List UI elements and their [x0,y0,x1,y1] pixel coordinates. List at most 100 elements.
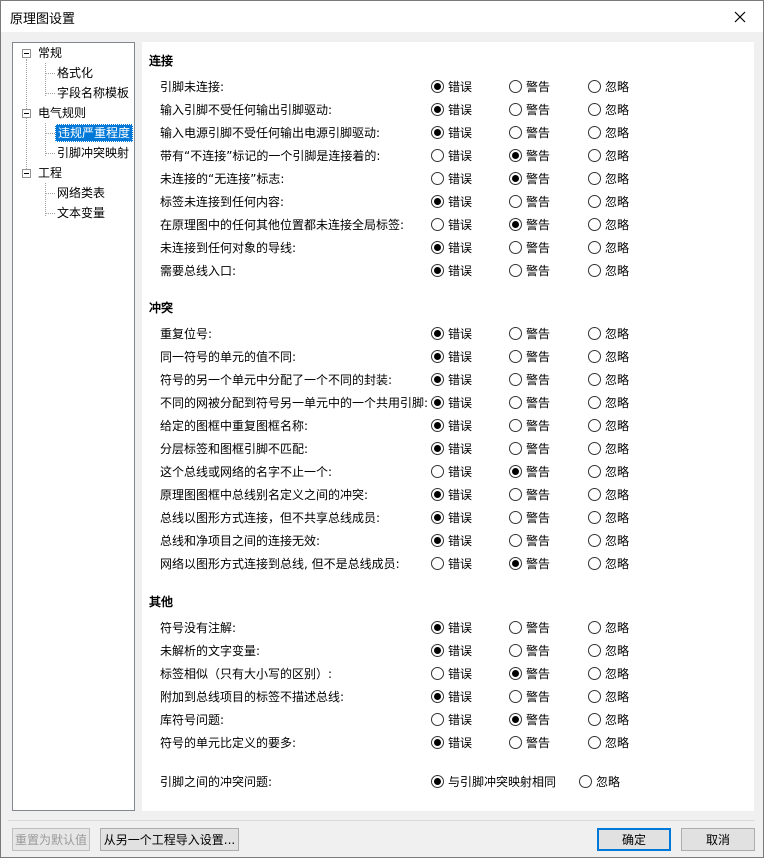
ignore-radio[interactable]: 忽略 [588,665,629,681]
radio-circle[interactable] [588,735,601,749]
radio-circle[interactable] [509,102,522,116]
radio-circle[interactable] [588,533,601,547]
radio-circle[interactable] [431,620,444,634]
radio-circle[interactable] [431,464,444,478]
ignore-radio[interactable]: 忽略 [588,463,629,479]
error-radio[interactable]: 错误 [431,486,472,502]
ignore-radio[interactable]: 忽略 [588,394,629,410]
radio-circle[interactable] [509,533,522,547]
error-radio[interactable]: 错误 [431,688,472,704]
radio-circle[interactable] [431,263,444,277]
radio-circle[interactable] [588,643,601,657]
radio-circle[interactable] [588,263,601,277]
radio-circle[interactable] [509,372,522,386]
ignore-radio[interactable]: 忽略 [588,348,629,364]
ignore-radio[interactable]: 忽略 [588,147,629,163]
radio-circle[interactable] [431,240,444,254]
tree-item-electrical-rules[interactable]: 电气规则 [38,104,86,122]
radio-circle[interactable] [588,102,601,116]
import-settings-button[interactable]: 从另一个工程导入设置... [100,828,239,851]
warning-radio[interactable]: 警告 [509,239,550,255]
radio-circle[interactable] [509,349,522,363]
error-radio[interactable]: 错误 [431,371,472,387]
radio-circle[interactable] [588,395,601,409]
radio-circle[interactable] [431,487,444,501]
warning-radio[interactable]: 警告 [509,619,550,635]
ignore-radio[interactable]: 忽略 [588,239,629,255]
radio-circle[interactable] [431,689,444,703]
radio-circle[interactable] [509,263,522,277]
radio-circle[interactable] [579,774,592,788]
tree-item-net-classes[interactable]: 网络类表 [57,184,105,202]
radio-circle[interactable] [431,735,444,749]
radio-circle[interactable] [431,326,444,340]
ignore-radio[interactable]: 忽略 [588,262,629,278]
radio-circle[interactable] [431,510,444,524]
radio-circle[interactable] [509,620,522,634]
radio-circle[interactable] [588,487,601,501]
pin-conflict-map-radio[interactable]: 与引脚冲突映射相同 [431,773,556,789]
radio-circle[interactable] [509,125,522,139]
warning-radio[interactable]: 警告 [509,325,550,341]
warning-radio[interactable]: 警告 [509,734,550,750]
radio-circle[interactable] [509,79,522,93]
radio-circle[interactable] [588,171,601,185]
error-radio[interactable]: 错误 [431,325,472,341]
radio-circle[interactable] [431,712,444,726]
error-radio[interactable]: 错误 [431,78,472,94]
ignore-radio[interactable]: 忽略 [588,371,629,387]
pin-conflict-ignore-radio[interactable]: 忽略 [579,773,620,789]
warning-radio[interactable]: 警告 [509,665,550,681]
radio-circle[interactable] [509,735,522,749]
radio-circle[interactable] [509,643,522,657]
warning-radio[interactable]: 警告 [509,216,550,232]
tree-item-text-variables[interactable]: 文本变量 [57,204,105,222]
error-radio[interactable]: 错误 [431,619,472,635]
radio-circle[interactable] [431,171,444,185]
error-radio[interactable]: 错误 [431,394,472,410]
radio-circle[interactable] [509,464,522,478]
radio-circle[interactable] [588,712,601,726]
radio-circle[interactable] [431,102,444,116]
radio-circle[interactable] [588,441,601,455]
error-radio[interactable]: 错误 [431,440,472,456]
ignore-radio[interactable]: 忽略 [588,325,629,341]
warning-radio[interactable]: 警告 [509,348,550,364]
radio-circle[interactable] [431,418,444,432]
error-radio[interactable]: 错误 [431,170,472,186]
ignore-radio[interactable]: 忽略 [588,193,629,209]
warning-radio[interactable]: 警告 [509,688,550,704]
radio-circle[interactable] [431,148,444,162]
radio-circle[interactable] [509,441,522,455]
radio-circle[interactable] [509,556,522,570]
ignore-radio[interactable]: 忽略 [588,170,629,186]
warning-radio[interactable]: 警告 [509,101,550,117]
radio-circle[interactable] [588,148,601,162]
radio-circle[interactable] [588,556,601,570]
tree-item-field-name-templates[interactable]: 字段名称模板 [57,84,129,102]
warning-radio[interactable]: 警告 [509,78,550,94]
tree-item-project[interactable]: 工程 [38,164,62,182]
collapse-icon[interactable] [22,49,31,58]
error-radio[interactable]: 错误 [431,216,472,232]
tree-item-pin-conflicts-map[interactable]: 引脚冲突映射 [57,144,129,162]
radio-circle[interactable] [431,441,444,455]
ignore-radio[interactable]: 忽略 [588,216,629,232]
radio-circle[interactable] [509,240,522,254]
warning-radio[interactable]: 警告 [509,711,550,727]
ok-button[interactable]: 确定 [597,828,671,851]
error-radio[interactable]: 错误 [431,734,472,750]
radio-circle[interactable] [509,194,522,208]
cancel-button[interactable]: 取消 [681,828,755,851]
radio-circle[interactable] [509,712,522,726]
ignore-radio[interactable]: 忽略 [588,532,629,548]
radio-circle[interactable] [588,372,601,386]
radio-circle[interactable] [509,395,522,409]
warning-radio[interactable]: 警告 [509,486,550,502]
ignore-radio[interactable]: 忽略 [588,486,629,502]
ignore-radio[interactable]: 忽略 [588,78,629,94]
radio-circle[interactable] [431,125,444,139]
radio-circle[interactable] [588,240,601,254]
warning-radio[interactable]: 警告 [509,440,550,456]
radio-circle[interactable] [431,395,444,409]
